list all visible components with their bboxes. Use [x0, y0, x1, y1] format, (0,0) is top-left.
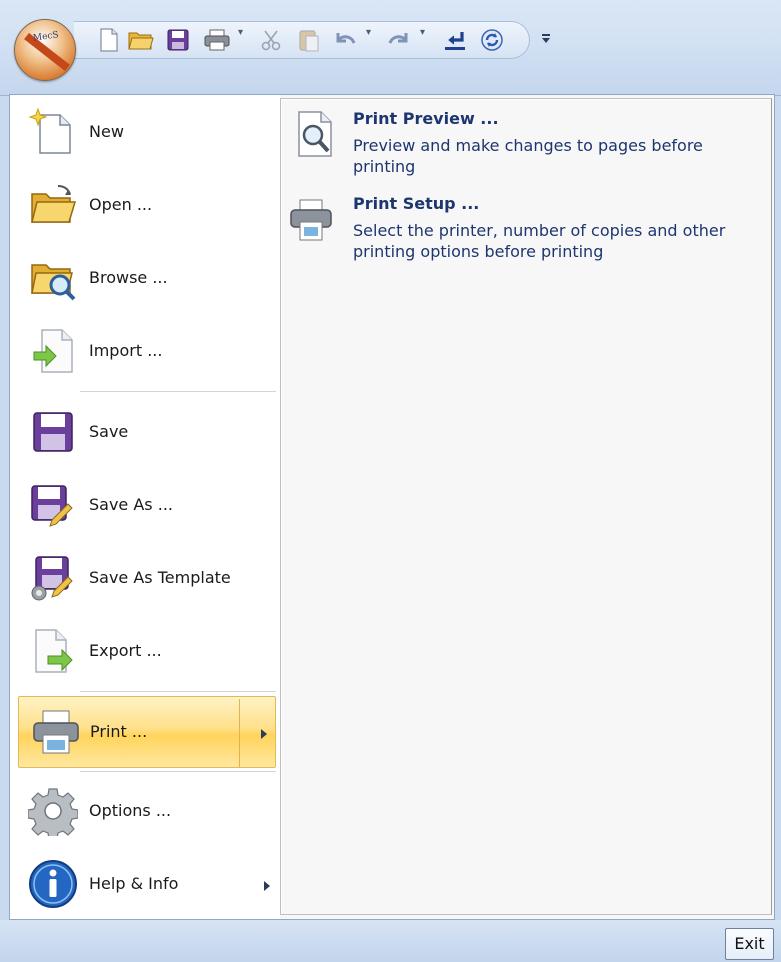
menu-item-label: Save — [89, 422, 129, 441]
menu-item-browse[interactable]: Browse ... — [16, 243, 278, 315]
menu-item-label: Save As ... — [89, 495, 173, 514]
submenu-arrow-icon — [261, 729, 267, 739]
menu-item-save-as-template[interactable]: Save As Template — [16, 543, 278, 615]
print-icon[interactable] — [202, 26, 232, 54]
menu-item-label: Export ... — [89, 641, 162, 660]
app-logo-text: MecS — [32, 30, 60, 44]
exit-button[interactable]: Exit — [725, 928, 774, 960]
menu-commands: New Open ... Browse ... Import ... Save … — [10, 95, 280, 919]
import-icon — [28, 326, 78, 376]
menu-separator — [80, 391, 276, 393]
menu-item-export[interactable]: Export ... — [16, 616, 278, 688]
menu-item-save-as[interactable]: Save As ... — [16, 470, 278, 542]
gear-icon — [27, 786, 79, 840]
menu-separator — [80, 691, 276, 693]
undo-icon[interactable] — [330, 26, 360, 54]
refresh-icon[interactable] — [478, 26, 506, 54]
new-file-icon[interactable] — [96, 26, 122, 54]
save-as-template-icon — [28, 553, 78, 603]
menu-item-label: Options ... — [89, 801, 172, 820]
customize-toolbar-button[interactable] — [537, 24, 555, 52]
cut-icon[interactable] — [258, 26, 284, 54]
undo-dropdown-arrow[interactable]: ▾ — [366, 27, 371, 38]
save-disk-icon[interactable] — [165, 26, 191, 54]
info-icon — [28, 859, 78, 909]
open-folder-icon[interactable] — [126, 26, 156, 54]
menu-item-label: New — [89, 122, 124, 141]
print-preview-icon — [295, 109, 335, 159]
submenu-item-description: Select the printer, number of copies and… — [353, 221, 726, 261]
repeat-icon[interactable] — [440, 26, 470, 54]
printer-icon — [289, 198, 332, 248]
paste-icon[interactable] — [296, 26, 322, 54]
menu-item-label: Help & Info — [89, 874, 179, 893]
save-as-icon — [28, 480, 78, 530]
save-icon — [28, 407, 78, 457]
submenu-item-print-setup[interactable]: Print Setup ... Select the printer, numb… — [289, 194, 767, 272]
print-dropdown-arrow[interactable]: ▾ — [238, 27, 243, 38]
menu-item-label: Print ... — [90, 722, 148, 741]
submenu-item-title: Print Preview ... — [353, 109, 499, 128]
application-button[interactable]: MecS — [14, 19, 76, 81]
application-menu: New Open ... Browse ... Import ... Save … — [9, 94, 775, 920]
printer-icon — [31, 707, 81, 757]
submenu-arrow-icon — [264, 881, 270, 891]
menu-footer — [0, 920, 781, 962]
menu-item-label: Save As Template — [89, 568, 231, 587]
menu-item-options[interactable]: Options ... — [16, 776, 278, 848]
menu-item-save[interactable]: Save — [16, 397, 278, 469]
print-submenu: Print Preview ... Preview and make chang… — [280, 98, 772, 915]
redo-dropdown-arrow[interactable]: ▾ — [420, 27, 425, 38]
submenu-split — [239, 699, 240, 767]
submenu-item-description: Preview and make changes to pages before… — [353, 136, 703, 176]
menu-item-new[interactable]: New — [16, 97, 278, 169]
menu-item-import[interactable]: Import ... — [16, 316, 278, 388]
menu-item-print[interactable]: Print ... — [18, 696, 276, 768]
open-folder-icon — [28, 180, 78, 230]
menu-item-open[interactable]: Open ... — [16, 170, 278, 242]
submenu-item-print-preview[interactable]: Print Preview ... Preview and make chang… — [289, 109, 767, 187]
menu-separator — [80, 771, 276, 773]
menu-item-help-info[interactable]: Help & Info — [16, 849, 278, 921]
browse-folder-icon — [28, 253, 78, 303]
menu-item-label: Import ... — [89, 341, 163, 360]
redo-icon[interactable] — [384, 26, 414, 54]
new-file-icon — [28, 107, 78, 157]
submenu-item-title: Print Setup ... — [353, 194, 480, 213]
export-icon — [28, 626, 78, 676]
menu-item-label: Browse ... — [89, 268, 168, 287]
menu-item-label: Open ... — [89, 195, 153, 214]
